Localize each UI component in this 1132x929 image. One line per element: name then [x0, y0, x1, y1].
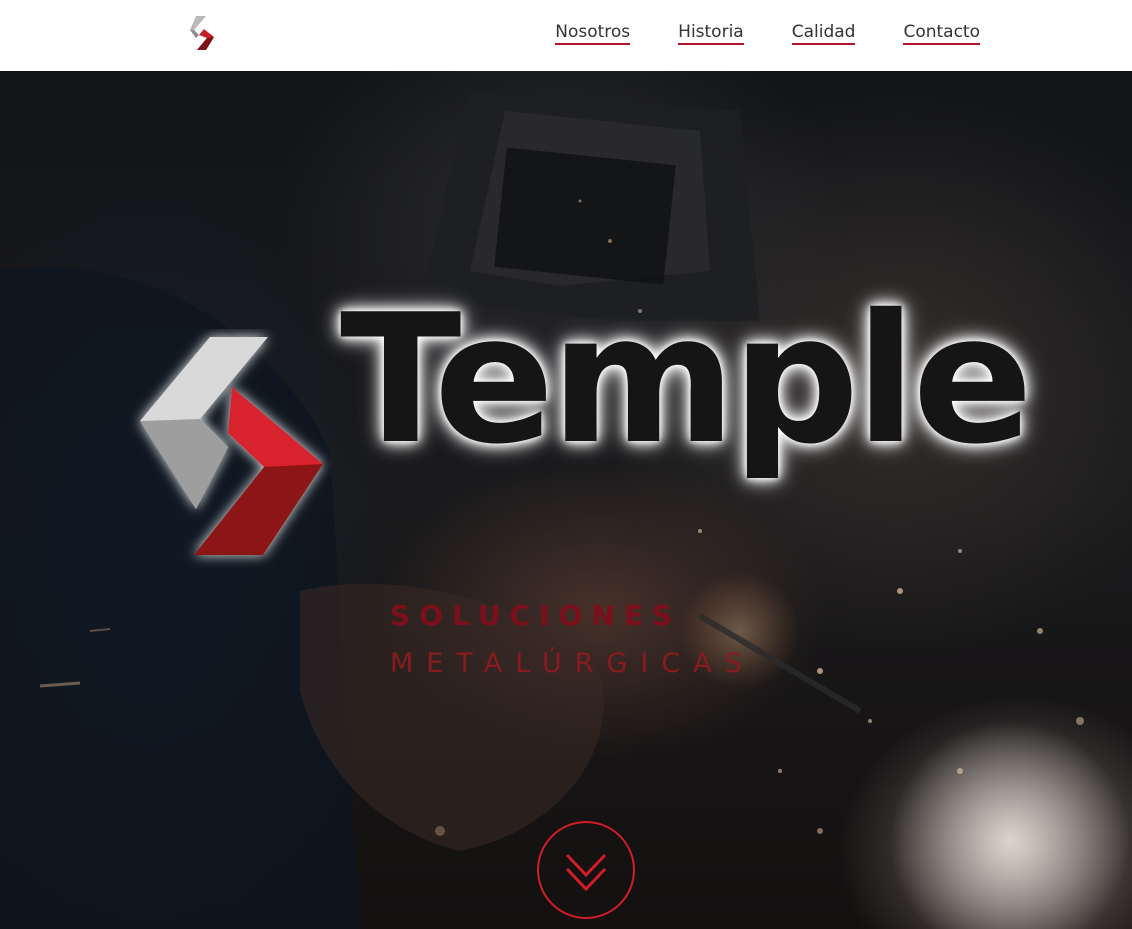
top-navbar: Nosotros Historia Calidad Contacto — [0, 0, 1132, 71]
hero-tagline-soluciones: SOLUCIONES — [390, 599, 682, 632]
nav-link-contacto[interactable]: Contacto — [903, 22, 980, 45]
temple-logo-mark — [140, 337, 323, 555]
scroll-down-button[interactable] — [537, 821, 635, 919]
hero-wordmark: Temple — [340, 276, 1033, 483]
temple-logo-icon[interactable] — [186, 15, 218, 51]
double-chevron-down-icon — [565, 853, 607, 892]
nav-link-nosotros[interactable]: Nosotros — [555, 22, 631, 45]
main-nav: Nosotros Historia Calidad Contacto — [555, 22, 980, 45]
hero-tagline-metalurgicas: METALÚRGICAS — [390, 648, 755, 679]
hero-section: Temple SOLUCIONES METALÚRGICAS — [0, 71, 1132, 929]
nav-link-calidad[interactable]: Calidad — [791, 22, 856, 45]
nav-link-historia[interactable]: Historia — [678, 22, 744, 45]
